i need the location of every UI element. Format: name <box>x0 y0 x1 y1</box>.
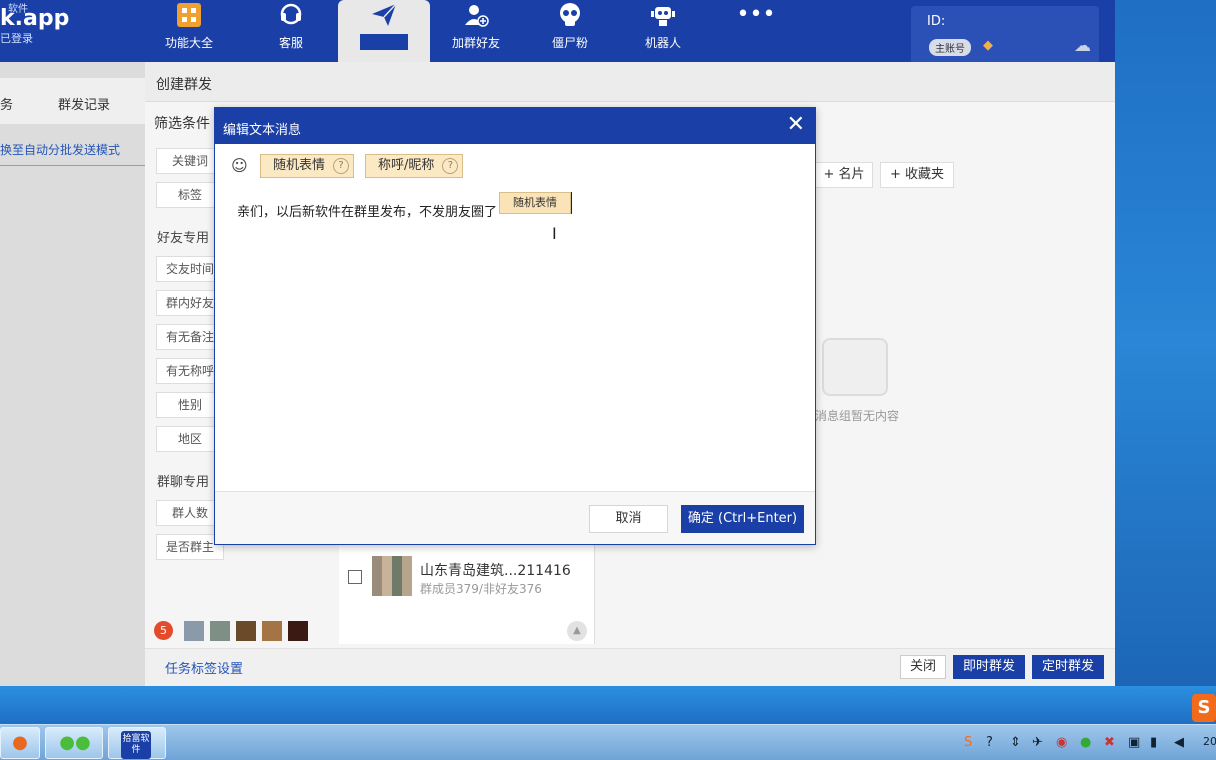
help-icon[interactable]: ? <box>333 158 350 174</box>
device-tray-icon[interactable]: ▣ <box>1128 735 1140 750</box>
grid-icon <box>143 2 235 28</box>
close-icon[interactable]: ✕ <box>787 114 805 136</box>
confirm-button[interactable]: 确定 (Ctrl+Enter) <box>681 505 804 533</box>
add-user-icon <box>430 2 522 28</box>
close-button[interactable]: 关闭 <box>900 655 946 679</box>
headset-icon <box>245 2 337 28</box>
dialog-title: 编辑文本消息 <box>223 123 302 138</box>
account-panel[interactable]: ID: 主账号 ◆ ☁ <box>911 6 1099 62</box>
tab-send-records[interactable]: 群发记录 <box>58 94 110 113</box>
record-tray-icon[interactable]: ◉ <box>1056 735 1067 750</box>
nav-label: 僵尸粉 <box>551 36 588 50</box>
help-icon[interactable]: ? <box>442 158 459 174</box>
dialog-toolbar: ☺ 随机表情 ? 称呼/昵称 ? <box>215 144 815 184</box>
desktop-background <box>0 686 1216 724</box>
avatar <box>288 621 308 641</box>
cancel-button[interactable]: 取消 <box>589 505 668 533</box>
nav-all-features[interactable]: 功能大全 <box>143 0 235 62</box>
add-favorites-button[interactable]: + 收藏夹 <box>880 162 954 188</box>
brand-logo-text: k.app <box>0 6 70 31</box>
message-text: 亲们，以后新软件在群里发布，不发朋友圈了 <box>237 205 498 220</box>
nav-label <box>360 34 408 50</box>
task-tag-settings-link[interactable]: 任务标签设置 <box>165 658 243 677</box>
selected-count-badge: 5 <box>154 621 173 640</box>
friend-section-title: 好友专用 <box>157 231 210 246</box>
chip-label: 随机表情 <box>273 158 326 173</box>
taskbar-wechat[interactable]: ●● <box>45 727 103 759</box>
more-icon: ••• <box>736 2 776 27</box>
skull-icon <box>524 2 616 28</box>
nav-label: 客服 <box>278 36 303 50</box>
wechat-icon: ●● <box>59 732 91 753</box>
dialog-footer: 取消 确定 (Ctrl+Enter) <box>215 491 815 544</box>
robot-icon <box>617 2 709 28</box>
avatar <box>210 621 230 641</box>
tool-tray-icon[interactable]: ✈ <box>1032 735 1043 750</box>
nav-label: 机器人 <box>644 36 681 50</box>
edit-text-dialog: 编辑文本消息 ✕ ☺ 随机表情 ? 称呼/昵称 ? 亲们，以后新软件在群里发布，… <box>214 107 816 545</box>
nav-customer-service[interactable]: 客服 <box>245 0 337 62</box>
group-name: 山东青岛建筑...211416 <box>420 563 571 579</box>
taskbar: ● ●● 拾富软件 S ? ⇕ ✈ ◉ ● ✖ ▣ ▮ ◀ 20 <box>0 724 1216 760</box>
wechat-tray-icon[interactable]: ● <box>1080 735 1091 750</box>
arrow-tray-icon[interactable]: ⇕ <box>1010 735 1021 750</box>
nav-label: 加群好友 <box>451 36 500 50</box>
app-icon: ● <box>12 732 28 753</box>
sogou-tray-icon[interactable]: S <box>964 735 972 750</box>
left-tabs: 务 群发记录 <box>0 78 145 124</box>
nickname-chip[interactable]: 称呼/昵称 ? <box>365 154 464 178</box>
clock[interactable]: 20 <box>1203 735 1216 748</box>
login-status: 已登录 <box>0 32 33 45</box>
help-tray-icon[interactable]: ? <box>986 735 993 750</box>
group-avatar <box>372 556 412 596</box>
ibeam-cursor-icon: I <box>552 224 557 243</box>
account-id: ID: <box>927 14 946 29</box>
chip-label: 称呼/昵称 <box>378 158 435 173</box>
emoji-icon[interactable]: ☺ <box>231 156 248 175</box>
random-emoji-chip[interactable]: 随机表情 ? <box>260 154 355 178</box>
signal-tray-icon[interactable]: ▮ <box>1150 735 1157 750</box>
paper-plane-icon <box>338 2 430 28</box>
filter-title: 筛选条件 <box>154 116 210 132</box>
diamond-icon: ◆ <box>983 38 993 53</box>
nav-robot[interactable]: 机器人 <box>617 0 709 62</box>
scroll-up-icon[interactable]: ▲ <box>567 621 587 641</box>
nav-add-group-friends[interactable]: 加群好友 <box>430 0 522 62</box>
nav-mass-send[interactable] <box>338 0 430 62</box>
group-section-title: 群聊专用 <box>157 475 210 490</box>
dialog-header: 编辑文本消息 ✕ <box>215 108 815 144</box>
group-checkbox[interactable] <box>348 570 362 584</box>
avatar <box>262 621 282 641</box>
tab-task[interactable]: 务 <box>0 94 13 113</box>
sogou-ime-icon[interactable]: S <box>1192 694 1216 722</box>
send-now-button[interactable]: 即时群发 <box>953 655 1025 679</box>
taskbar-app-1[interactable]: ● <box>0 727 40 759</box>
selected-avatars: 5 ▲ <box>145 618 595 644</box>
avatar <box>236 621 256 641</box>
empty-note-icon <box>822 338 888 396</box>
inline-random-emoji-tag[interactable]: 随机表情 <box>499 192 571 214</box>
main-header <box>145 62 1115 102</box>
page-title: 创建群发 <box>156 77 212 93</box>
cloud-icon[interactable]: ☁ <box>1074 36 1091 56</box>
avatar <box>184 621 204 641</box>
top-nav-bar: 软件 k.app 已登录 功能大全 客服 加群好友 僵尸粉 机器人 ••• ID… <box>0 0 1115 62</box>
empty-message-text: 消息组暂无内容 <box>815 409 900 423</box>
message-editor[interactable]: 亲们，以后新软件在群里发布，不发朋友圈了 随机表情 I <box>215 184 815 491</box>
taskbar-shiwu[interactable]: 拾富软件 <box>108 727 166 759</box>
network-blocked-tray-icon[interactable]: ✖ <box>1104 735 1115 750</box>
nav-more[interactable]: ••• <box>710 0 802 62</box>
nav-zombie-fans[interactable]: 僵尸粉 <box>524 0 616 62</box>
add-card-button[interactable]: + 名片 <box>815 162 873 188</box>
nav-label: 功能大全 <box>164 36 213 50</box>
text-caret <box>571 192 572 214</box>
send-timed-button[interactable]: 定时群发 <box>1032 655 1104 679</box>
shiwu-app-icon: 拾富软件 <box>121 731 151 759</box>
main-account-badge: 主账号 <box>929 39 971 56</box>
group-member-count: 群成员379/非好友376 <box>420 582 542 596</box>
volume-tray-icon[interactable]: ◀ <box>1174 735 1184 750</box>
auto-batch-mode-link[interactable]: 换至自动分批发送模式 <box>0 134 145 166</box>
